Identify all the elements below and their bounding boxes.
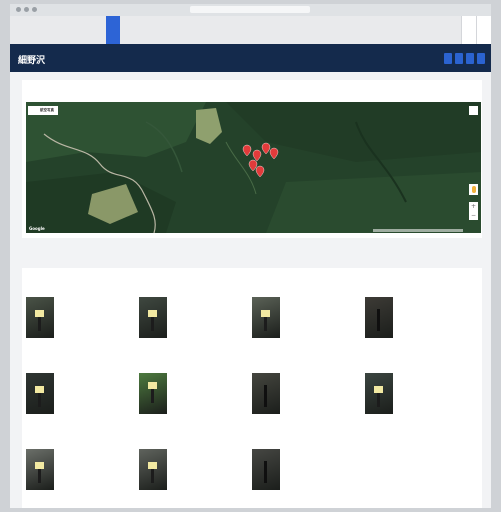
nav-item-active[interactable] [106,16,120,44]
action-button[interactable] [444,53,452,64]
nav-item[interactable] [92,16,106,44]
page-header: 細野沢 [10,44,491,72]
photo-tile[interactable] [365,356,478,432]
map-attribution [373,229,463,232]
address-bar[interactable] [190,6,310,13]
zoom-control: + − [469,202,478,220]
map-type-toggle: 航空写真 [28,106,58,115]
device-frame: 細野沢 航空写真 + − Google [0,0,501,512]
photo-tile[interactable] [252,356,365,432]
window-controls[interactable] [16,7,37,13]
photo-thumbnail[interactable] [252,297,280,338]
pegman-icon[interactable] [469,184,478,195]
nav-account-button[interactable] [476,16,491,44]
photo-grid [26,280,478,508]
photo-tile[interactable] [26,280,139,356]
nav-item[interactable] [120,16,134,44]
action-button[interactable] [477,53,485,64]
photo-thumbnail[interactable] [365,297,393,338]
map-type-satellite[interactable]: 航空写真 [36,106,58,115]
photo-thumbnail[interactable] [252,373,280,414]
photo-card [22,268,482,508]
photo-tile[interactable] [139,280,252,356]
photo-tile[interactable] [139,356,252,432]
google-logo: Google [29,226,45,231]
maximize-icon[interactable] [32,7,37,12]
nav-item[interactable] [64,16,78,44]
nav-item[interactable] [134,16,148,44]
header-actions [444,53,485,64]
photo-thumbnail[interactable] [139,297,167,338]
photo-tile[interactable] [252,432,365,508]
photo-tile[interactable] [139,432,252,508]
zoom-out-icon[interactable]: − [471,212,476,219]
photo-thumbnail[interactable] [26,297,54,338]
browser-bar [10,4,491,16]
photo-tile[interactable] [252,280,365,356]
page-title: 細野沢 [18,56,46,66]
nav-item[interactable] [78,16,92,44]
photo-tile[interactable] [365,280,478,356]
photo-thumbnail[interactable] [26,373,54,414]
photo-tile[interactable] [26,356,139,432]
action-button[interactable] [455,53,463,64]
map-card: 航空写真 + − Google [22,80,482,238]
photo-thumbnail[interactable] [252,449,280,490]
page: 細野沢 航空写真 + − Google [10,16,491,508]
map-imagery [26,102,481,233]
close-icon[interactable] [16,7,21,12]
map-type-map[interactable] [28,106,36,115]
satellite-map[interactable]: 航空写真 + − Google [26,102,481,233]
minimize-icon[interactable] [24,7,29,12]
top-nav [10,16,491,44]
top-nav-items [64,16,148,44]
zoom-in-icon[interactable]: + [471,203,476,210]
action-button[interactable] [466,53,474,64]
top-nav-right [461,16,491,44]
photo-thumbnail[interactable] [365,373,393,414]
photo-thumbnail[interactable] [139,373,167,414]
nav-user-button[interactable] [461,16,476,44]
photo-thumbnail[interactable] [139,449,167,490]
photo-tile[interactable] [26,432,139,508]
fullscreen-icon[interactable] [469,106,478,115]
photo-thumbnail[interactable] [26,449,54,490]
